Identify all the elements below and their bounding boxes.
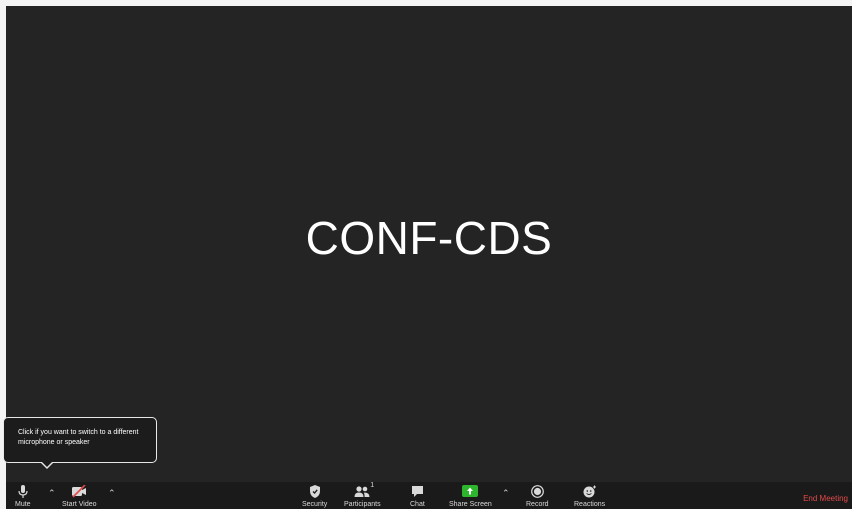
start-video-label: Start Video (62, 501, 97, 508)
security-button[interactable]: Security (302, 485, 327, 508)
chat-label: Chat (410, 501, 425, 508)
reactions-button[interactable]: Reactions (574, 485, 605, 508)
share-options-caret[interactable]: ⌃ (502, 488, 510, 498)
reactions-label: Reactions (574, 501, 606, 508)
share-screen-label: Share Screen (449, 501, 492, 508)
chat-bubble-icon (411, 486, 423, 497)
start-video-button[interactable]: Start Video (62, 485, 97, 508)
share-screen-icon (462, 485, 479, 497)
people-icon (354, 486, 370, 497)
end-meeting-button[interactable]: End Meeting (803, 494, 848, 503)
security-label: Security (302, 501, 328, 508)
tooltip-arrow-fill (42, 462, 52, 467)
record-label: Record (526, 501, 549, 508)
video-stage: CONF-CDS (6, 6, 852, 482)
video-options-caret[interactable]: ⌃ (108, 488, 116, 498)
microphone-icon (18, 485, 28, 498)
participants-count: 1 (370, 482, 375, 489)
emoji-icon (583, 485, 596, 498)
audio-options-caret[interactable]: ⌃ (48, 488, 56, 498)
tooltip-text: Click if you want to switch to a differe… (18, 429, 139, 446)
meeting-name: CONF-CDS (305, 212, 553, 264)
meeting-toolbar: Mute ⌃ Start Video ⌃ Security 1 Particip… (6, 482, 852, 509)
mute-button[interactable]: Mute (15, 485, 31, 508)
mute-label: Mute (15, 501, 31, 508)
record-button[interactable]: Record (526, 485, 549, 508)
share-screen-button[interactable]: Share Screen (449, 485, 492, 508)
shield-icon (309, 485, 320, 498)
participants-label: Participants (344, 501, 381, 508)
participants-button[interactable]: 1 Participants (344, 482, 381, 508)
chat-button[interactable]: Chat (410, 485, 425, 508)
audio-tooltip: Click if you want to switch to a differe… (3, 417, 157, 463)
video-off-icon (72, 485, 87, 498)
record-icon (530, 485, 544, 498)
